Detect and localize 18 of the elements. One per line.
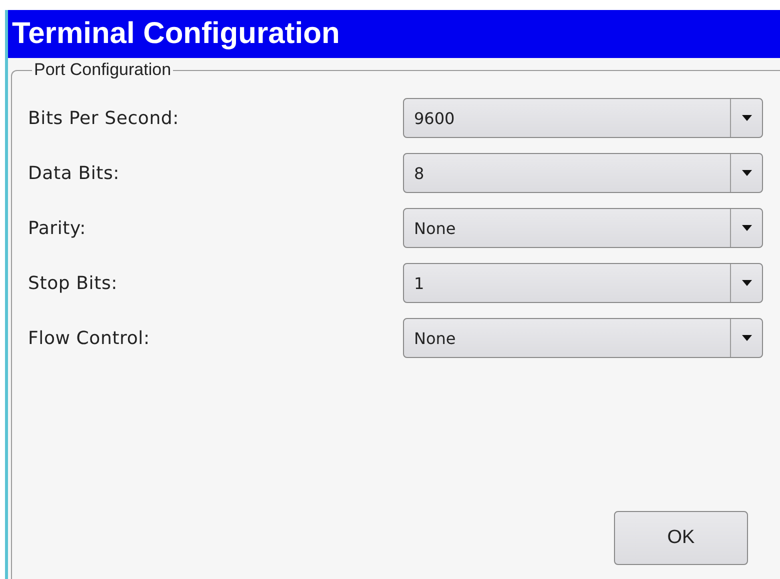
dropdown[interactable]: None bbox=[403, 318, 763, 358]
field-label: Data Bits: bbox=[28, 162, 121, 184]
ok-button[interactable]: OK bbox=[614, 511, 748, 565]
dropdown-arrow-icon bbox=[742, 335, 752, 341]
field-label: Stop Bits: bbox=[28, 272, 118, 294]
field-label: Flow Control: bbox=[28, 328, 151, 348]
dropdown[interactable]: 8 bbox=[403, 153, 763, 193]
dropdown-arrow-icon bbox=[742, 115, 752, 121]
field-label: Bits Per Second: bbox=[28, 108, 180, 128]
dropdown[interactable]: 9600 bbox=[403, 98, 763, 138]
dropdown-arrow-icon bbox=[742, 280, 752, 286]
dropdown-arrow-icon bbox=[742, 225, 752, 231]
group-title: Port Configuration bbox=[33, 60, 172, 80]
dropdown[interactable]: None bbox=[403, 208, 763, 248]
dropdown-arrow-icon bbox=[742, 170, 752, 176]
dropdown[interactable]: 1 bbox=[403, 263, 763, 303]
window-title: Terminal Configuration bbox=[12, 17, 340, 51]
field-label: Parity: bbox=[28, 218, 88, 238]
